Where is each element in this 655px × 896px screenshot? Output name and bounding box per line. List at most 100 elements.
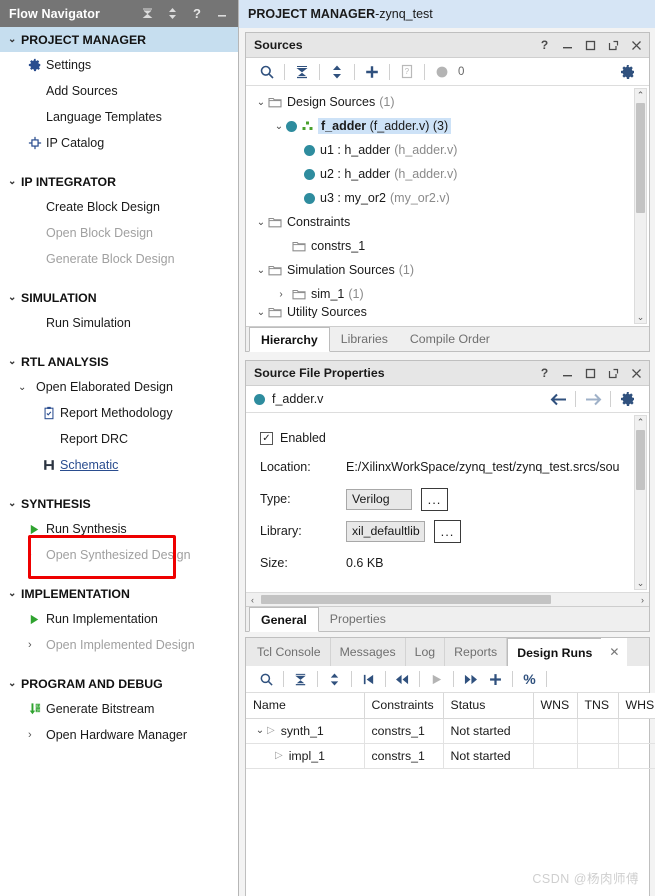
tab-compile-order[interactable]: Compile Order <box>399 327 501 351</box>
scroll-down-icon[interactable]: ⌄ <box>635 311 646 323</box>
chevron-down-icon[interactable]: ⌄ <box>253 725 267 736</box>
sidebar-item-generate-bitstream[interactable]: 01 10 Generate Bitstream <box>0 696 238 722</box>
first-icon[interactable] <box>356 668 381 690</box>
scroll-up-icon[interactable]: ⌃ <box>635 89 646 101</box>
expand-collapse-icon[interactable] <box>165 7 179 21</box>
scrollbar-thumb[interactable] <box>636 430 645 490</box>
table-row[interactable]: ⌄ ▷ synth_1 constrs_1 Not started <box>246 718 655 744</box>
type-browse-button[interactable]: ... <box>421 487 448 511</box>
sidebar-section-project-manager[interactable]: ⌄ PROJECT MANAGER <box>0 27 238 52</box>
tab-messages[interactable]: Messages <box>331 638 406 666</box>
chevron-down-icon[interactable]: ⌄ <box>272 121 286 132</box>
maximize-icon[interactable] <box>584 367 597 380</box>
tab-tcl-console[interactable]: Tcl Console <box>248 638 331 666</box>
sidebar-item-open-implemented-design[interactable]: › Open Implemented Design <box>0 632 238 658</box>
close-icon[interactable] <box>630 39 643 52</box>
run-name-cell[interactable]: ▷ impl_1 <box>246 743 365 769</box>
library-field[interactable]: xil_defaultlib <box>346 520 425 542</box>
sidebar-item-generate-block-design[interactable]: Generate Block Design <box>0 246 238 272</box>
checkbox-checked-icon[interactable]: ✓ <box>260 431 273 445</box>
help-icon[interactable]: ? <box>538 39 551 52</box>
back-arrow-icon[interactable] <box>545 387 571 411</box>
float-icon[interactable] <box>607 39 620 52</box>
search-icon[interactable] <box>254 60 280 84</box>
minimize-icon[interactable] <box>561 39 574 52</box>
sidebar-item-run-simulation[interactable]: Run Simulation <box>0 310 238 336</box>
properties-vertical-scrollbar[interactable]: ⌃ ⌄ <box>634 415 647 590</box>
sidebar-item-report-drc[interactable]: Report DRC <box>0 426 238 452</box>
tab-libraries[interactable]: Libraries <box>330 327 399 351</box>
sidebar-item-open-elaborated-design[interactable]: ⌄ Open Elaborated Design <box>0 374 238 400</box>
column-header-whs[interactable]: WHS <box>618 693 655 719</box>
prev-icon[interactable] <box>390 668 415 690</box>
column-header-status[interactable]: Status <box>443 693 534 719</box>
tree-item-constrs-1[interactable]: constrs_1 <box>246 234 649 258</box>
minimize-icon[interactable] <box>215 7 229 21</box>
tree-item-u3[interactable]: u3 : my_or2 (my_or2.v) <box>246 186 649 210</box>
sidebar-item-schematic[interactable]: Schematic <box>0 452 238 478</box>
sidebar-item-ip-catalog[interactable]: IP Catalog <box>0 130 238 156</box>
tree-item-design-sources[interactable]: ⌄ Design Sources (1) <box>246 90 649 114</box>
sources-tree[interactable]: ⌄ Design Sources (1) ⌄ f_adder (f_adder.… <box>246 86 649 326</box>
sidebar-item-add-sources[interactable]: Add Sources <box>0 78 238 104</box>
scrollbar-thumb[interactable] <box>261 595 551 604</box>
tab-general[interactable]: General <box>249 607 319 632</box>
scroll-down-icon[interactable]: ⌄ <box>635 577 646 589</box>
sidebar-section-synthesis[interactable]: ⌄ SYNTHESIS <box>0 491 238 516</box>
sidebar-item-open-synthesized-design[interactable]: › Open Synthesized Design <box>0 542 238 568</box>
sidebar-item-create-block-design[interactable]: Create Block Design <box>0 194 238 220</box>
library-browse-button[interactable]: ... <box>434 519 461 543</box>
tree-item-f-adder[interactable]: ⌄ f_adder (f_adder.v) (3) <box>246 114 649 138</box>
sidebar-section-simulation[interactable]: ⌄ SIMULATION <box>0 285 238 310</box>
run-name-cell[interactable]: ⌄ ▷ synth_1 <box>246 718 365 744</box>
percent-icon[interactable]: % <box>517 668 542 690</box>
sidebar-item-run-synthesis[interactable]: Run Synthesis <box>0 516 238 542</box>
forward-arrow-icon[interactable] <box>580 387 606 411</box>
properties-horizontal-scrollbar[interactable]: ‹ › <box>246 592 649 606</box>
add-icon[interactable] <box>483 668 508 690</box>
collapse-all-icon[interactable] <box>289 60 315 84</box>
chevron-down-icon[interactable]: ⌄ <box>254 97 268 108</box>
enabled-checkbox-row[interactable]: ✓ Enabled <box>260 425 649 451</box>
close-icon[interactable]: ✕ <box>601 638 628 666</box>
scroll-right-icon[interactable]: › <box>636 595 649 605</box>
sidebar-section-implementation[interactable]: ⌄ IMPLEMENTATION <box>0 581 238 606</box>
expand-all-icon[interactable] <box>322 668 347 690</box>
gear-icon[interactable] <box>615 387 641 411</box>
close-icon[interactable] <box>630 367 643 380</box>
tree-item-u1[interactable]: u1 : h_adder (h_adder.v) <box>246 138 649 162</box>
scroll-up-icon[interactable]: ⌃ <box>635 416 646 428</box>
sidebar-section-rtl-analysis[interactable]: ⌄ RTL ANALYSIS <box>0 349 238 374</box>
chevron-down-icon[interactable]: ⌄ <box>254 307 268 318</box>
play-icon[interactable]: ▷ <box>275 750 283 761</box>
scrollbar-thumb[interactable] <box>636 103 645 213</box>
sidebar-item-open-hardware-manager[interactable]: › Open Hardware Manager <box>0 722 238 748</box>
gear-icon[interactable] <box>615 60 641 84</box>
scroll-left-icon[interactable]: ‹ <box>246 595 259 605</box>
search-icon[interactable] <box>254 668 279 690</box>
collapse-all-icon[interactable] <box>288 668 313 690</box>
report-icon[interactable]: ? <box>394 60 420 84</box>
sidebar-item-report-methodology[interactable]: Report Methodology <box>0 400 238 426</box>
sidebar-item-open-block-design[interactable]: Open Block Design <box>0 220 238 246</box>
sidebar-section-ip-integrator[interactable]: ⌄ IP INTEGRATOR <box>0 169 238 194</box>
tree-item-constraints[interactable]: ⌄ Constraints <box>246 210 649 234</box>
status-dot-icon[interactable] <box>429 60 455 84</box>
tree-item-u2[interactable]: u2 : h_adder (h_adder.v) <box>246 162 649 186</box>
sidebar-item-settings[interactable]: Settings <box>0 52 238 78</box>
help-icon[interactable]: ? <box>538 367 551 380</box>
column-header-tns[interactable]: TNS <box>577 693 619 719</box>
maximize-icon[interactable] <box>584 39 597 52</box>
tab-design-runs[interactable]: Design Runs <box>507 638 602 667</box>
float-icon[interactable] <box>607 367 620 380</box>
add-sources-icon[interactable] <box>359 60 385 84</box>
tree-item-utility-sources[interactable]: ⌄ Utility Sources <box>246 306 649 318</box>
play-icon[interactable]: ▷ <box>267 725 275 736</box>
sidebar-section-program-and-debug[interactable]: ⌄ PROGRAM AND DEBUG <box>0 671 238 696</box>
run-icon[interactable] <box>424 668 449 690</box>
help-icon[interactable]: ? <box>190 6 204 21</box>
minimize-icon[interactable] <box>561 367 574 380</box>
chevron-right-icon[interactable]: › <box>274 289 288 300</box>
table-row[interactable]: ▷ impl_1 constrs_1 Not started <box>246 743 655 769</box>
sidebar-item-run-implementation[interactable]: Run Implementation <box>0 606 238 632</box>
